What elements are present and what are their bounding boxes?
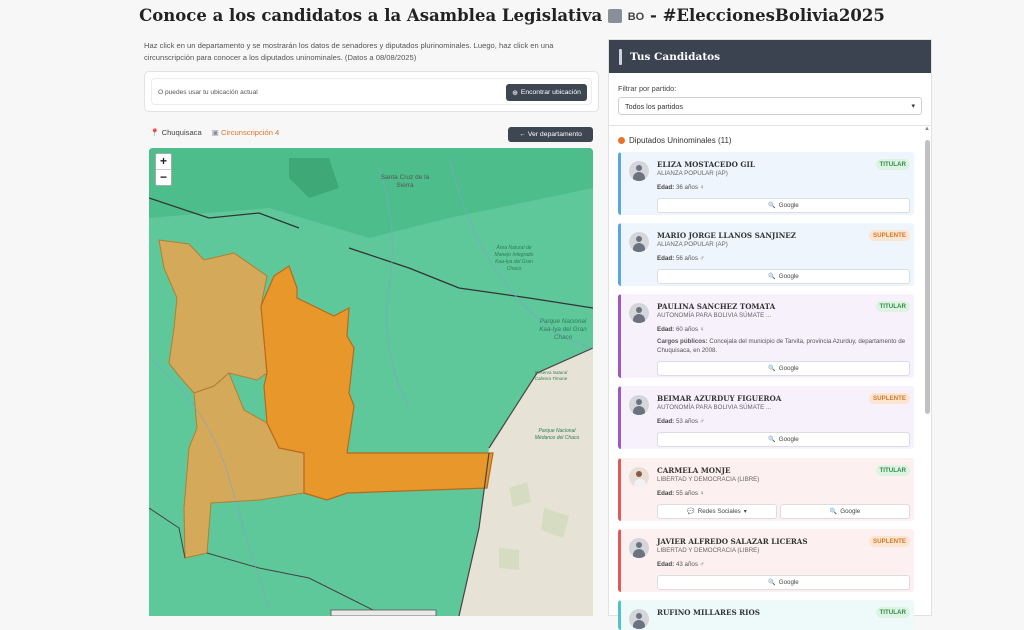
page-title-text: Conoce a los candidatos a la Asamblea Le… bbox=[139, 6, 603, 25]
google-button[interactable]: 🔍 Google bbox=[780, 504, 910, 519]
scroll-up-arrow[interactable]: ▲ bbox=[924, 126, 930, 132]
candidate-cargos: Cargos públicos: Concejala del municipio… bbox=[657, 338, 906, 354]
candidate-age: Edad: 55 años ♀ bbox=[657, 490, 705, 497]
social-button[interactable]: 💬 Redes Sociales ▾ bbox=[657, 504, 777, 519]
role-badge: SUPLENTE bbox=[868, 230, 910, 241]
candidate-age: Edad: 53 años ♂ bbox=[657, 418, 705, 425]
section-dot-icon bbox=[618, 137, 625, 144]
zoom-out-button[interactable]: − bbox=[156, 169, 171, 185]
candidate-name: ELIZA MOSTACEDO GIL bbox=[657, 160, 755, 169]
avatar-icon bbox=[629, 538, 649, 558]
chevron-down-icon: ▾ bbox=[911, 103, 915, 110]
gender-icon: ♀ bbox=[699, 326, 705, 333]
location-hint: O puedes usar tu ubicación actual bbox=[158, 89, 258, 96]
candidate-party: ALIANZA POPULAR (AP) bbox=[657, 241, 728, 248]
candidate-card[interactable]: PAULINA SANCHEZ TOMATA AUTONOMÍA PARA BOL… bbox=[618, 294, 914, 378]
hashtag: #EleccionesBolivia2025 bbox=[662, 6, 885, 25]
candidate-party: LIBERTAD Y DEMOCRACIA (LIBRE) bbox=[657, 476, 760, 483]
candidate-card[interactable]: MARIO JORGE LLANOS SANJINEZ ALIANZA POPUL… bbox=[618, 223, 914, 286]
candidate-age: Edad: 56 años ♂ bbox=[657, 255, 705, 262]
candidate-name: MARIO JORGE LLANOS SANJINEZ bbox=[657, 231, 796, 240]
avatar-icon bbox=[629, 609, 649, 629]
page-title: Conoce a los candidatos a la Asamblea Le… bbox=[139, 6, 885, 25]
google-button[interactable]: 🔍 Google bbox=[657, 575, 910, 590]
candidates-panel: Tus Candidatos Filtrar por partido: Todo… bbox=[608, 39, 932, 630]
gender-icon: ♀ bbox=[699, 490, 705, 497]
google-button[interactable]: 🔍 Google bbox=[657, 361, 910, 376]
role-badge: TITULAR bbox=[875, 159, 910, 170]
map-label-parque-kaa-iya: Parque Nacional Kaa-Iya del Gran Chaco bbox=[539, 318, 587, 341]
avatar-icon bbox=[629, 303, 649, 323]
ballot-box-icon bbox=[607, 8, 622, 23]
breadcrumb: 📍 Chuquisaca ▣ Circunscripción 4 bbox=[150, 128, 279, 137]
bolivia-flag-icon: BO bbox=[627, 10, 645, 23]
candidate-party: LIBERTAD Y DEMOCRACIA (LIBRE) bbox=[657, 547, 760, 554]
candidate-age: Edad: 43 años ♂ bbox=[657, 561, 705, 568]
map-label-santa-cruz: Santa Cruz de la Sierra bbox=[380, 174, 430, 189]
role-badge: SUPLENTE bbox=[868, 536, 910, 547]
candidate-party: AUTONOMÍA PARA BOLIVIA SÚMATE ... bbox=[657, 312, 772, 319]
role-badge: TITULAR bbox=[875, 607, 910, 618]
google-button[interactable]: 🔍 Google bbox=[657, 198, 910, 213]
panel-header: Tus Candidatos bbox=[609, 40, 931, 73]
candidate-age: Edad: 36 años ♀ bbox=[657, 184, 705, 191]
scrollbar-thumb[interactable] bbox=[925, 140, 930, 414]
gender-icon: ♂ bbox=[699, 418, 705, 425]
breadcrumb-circumscription: ▣ Circunscripción 4 bbox=[211, 128, 280, 137]
pin-icon: 📍 bbox=[150, 128, 160, 137]
ballot-icon: ▣ bbox=[211, 128, 219, 137]
avatar-icon bbox=[629, 232, 649, 252]
search-icon: 🔍 bbox=[768, 366, 776, 372]
map-zoom-control: + − bbox=[155, 153, 172, 186]
candidate-age: Edad: 60 años ♀ bbox=[657, 326, 705, 333]
candidate-card[interactable]: JAVIER ALFREDO SALAZAR LICERAS LIBERTAD Y… bbox=[618, 529, 914, 592]
chat-icon: 💬 bbox=[687, 509, 695, 515]
filter-label: Filtrar por partido: bbox=[618, 84, 677, 93]
search-icon: 🔍 bbox=[768, 274, 776, 280]
panel-title: Tus Candidatos bbox=[630, 50, 721, 63]
chevron-down-icon: ▾ bbox=[743, 509, 747, 515]
view-department-button[interactable]: ← Ver departamento bbox=[508, 127, 593, 142]
candidate-card[interactable]: RUFINO MILLARES RIOS TITULAR bbox=[618, 600, 914, 630]
breadcrumb-department[interactable]: 📍 Chuquisaca bbox=[150, 128, 202, 137]
candidate-name: JAVIER ALFREDO SALAZAR LICERAS bbox=[657, 537, 808, 546]
candidate-name: CARMELA MONJE bbox=[657, 466, 731, 475]
candidate-card[interactable]: CARMELA MONJE LIBERTAD Y DEMOCRACIA (LIBR… bbox=[618, 458, 914, 521]
party-filter-select[interactable]: Todos los partidos ▾ bbox=[618, 97, 922, 115]
gender-icon: ♂ bbox=[699, 255, 705, 262]
google-button[interactable]: 🔍 Google bbox=[657, 269, 910, 284]
search-icon: 🔍 bbox=[829, 509, 838, 515]
target-icon: ⊕ bbox=[512, 89, 518, 97]
avatar-icon bbox=[629, 395, 649, 415]
candidate-party: ALIANZA POPULAR (AP) bbox=[657, 170, 728, 177]
zoom-in-button[interactable]: + bbox=[156, 154, 171, 169]
candidate-party: AUTONOMÍA PARA BOLIVIA SÚMATE ... bbox=[657, 404, 772, 411]
gender-icon: ♂ bbox=[699, 561, 705, 568]
role-badge: SUPLENTE bbox=[868, 393, 910, 404]
candidate-card[interactable]: BEIMAR AZURDUY FIGUEROA AUTONOMÍA PARA BO… bbox=[618, 386, 914, 449]
location-box: O puedes usar tu ubicación actual ⊕ Enco… bbox=[144, 71, 599, 112]
map-svg[interactable] bbox=[149, 148, 593, 616]
search-icon: 🔍 bbox=[768, 437, 776, 443]
role-badge: TITULAR bbox=[875, 301, 910, 312]
intro-text: Haz click en un departamento y se mostra… bbox=[144, 41, 554, 62]
google-button[interactable]: 🔍 Google bbox=[657, 432, 910, 447]
role-badge: TITULAR bbox=[875, 465, 910, 476]
section-title: Diputados Uninominales (11) bbox=[618, 136, 732, 145]
avatar-icon bbox=[629, 161, 649, 181]
map-label-area-natural: Área Natural de Manejo Integrado Kaa-Iya… bbox=[494, 245, 534, 272]
find-location-button[interactable]: ⊕ Encontrar ubicación bbox=[506, 84, 587, 101]
search-icon: 🔍 bbox=[768, 203, 776, 209]
candidate-card[interactable]: ELIZA MOSTACEDO GIL ALIANZA POPULAR (AP) T… bbox=[618, 152, 914, 215]
search-icon: 🔍 bbox=[768, 580, 776, 586]
map-label-reserva: Reserva Natural Cabrera Timane bbox=[534, 370, 568, 381]
candidate-name: BEIMAR AZURDUY FIGUEROA bbox=[657, 394, 782, 403]
candidate-name: PAULINA SANCHEZ TOMATA bbox=[657, 302, 776, 311]
map[interactable]: Santa Cruz de la Sierra Área Natural de … bbox=[149, 148, 593, 616]
map-label-parque-medanos: Parque Nacional Médanos del Chaco bbox=[534, 428, 580, 441]
gender-icon: ♀ bbox=[699, 184, 705, 191]
avatar-icon bbox=[629, 467, 649, 487]
